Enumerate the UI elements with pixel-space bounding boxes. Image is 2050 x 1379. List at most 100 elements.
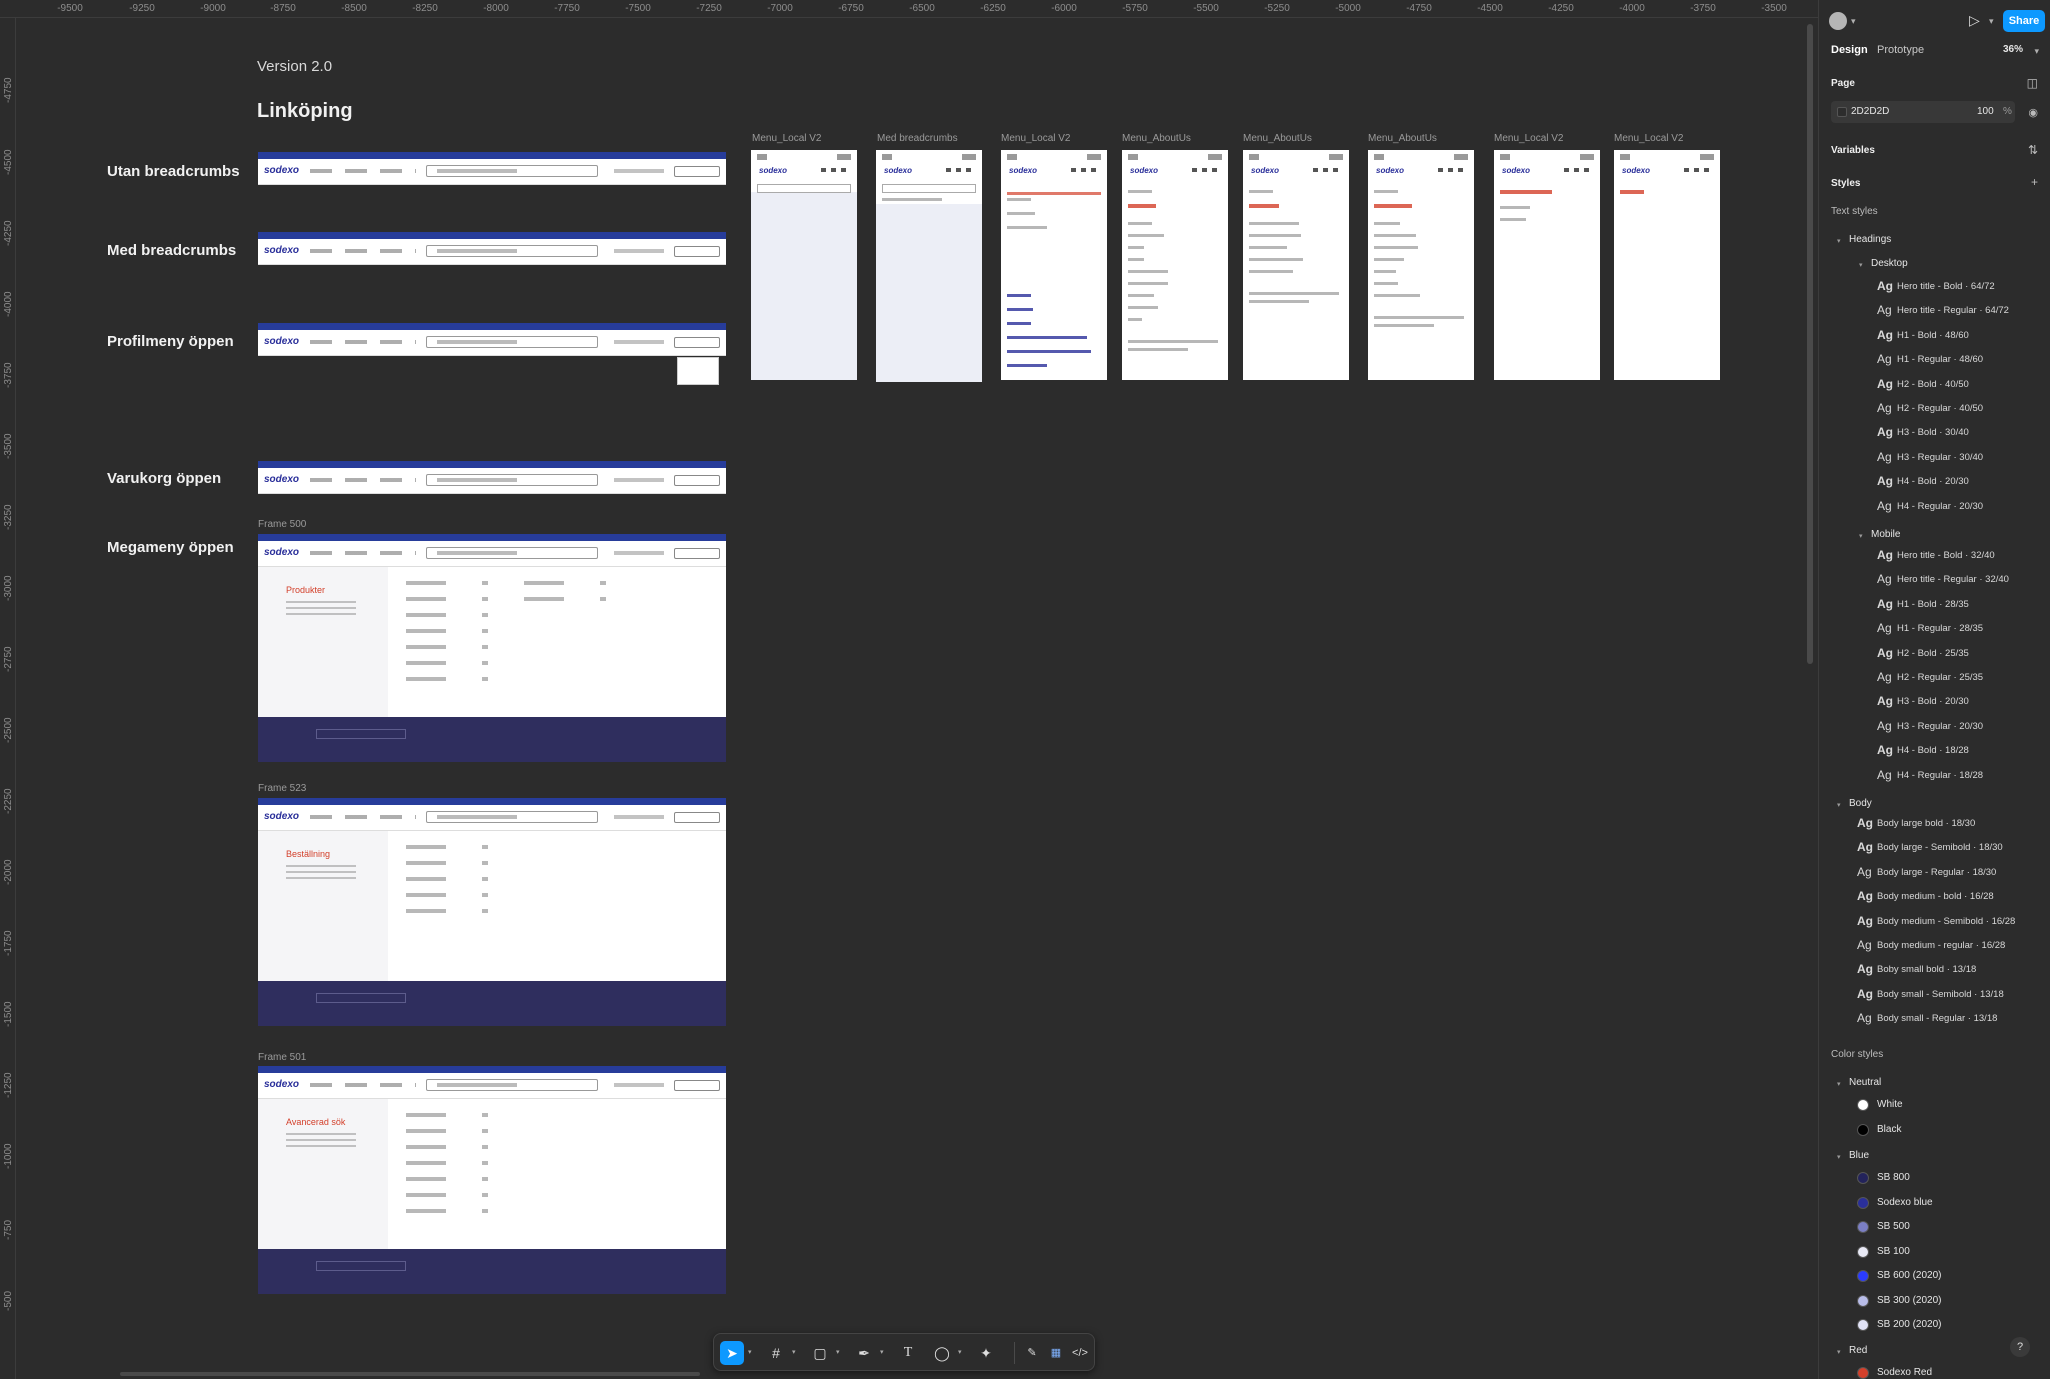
color-style-item[interactable]: Sodexo Red <box>1819 1364 2050 1379</box>
mobile-frame[interactable]: sodexo <box>1494 150 1600 380</box>
group-red[interactable]: Red <box>1849 1345 1867 1356</box>
dev-mode-icon[interactable]: </> <box>1068 1341 1092 1365</box>
color-style-item[interactable]: SB 300 (2020) <box>1819 1292 2050 1310</box>
text-style-item[interactable]: Ag Body medium - bold · 16/28 <box>1819 888 2050 906</box>
page-color-field[interactable]: 2D2D2D 100 % <box>1831 101 2015 123</box>
collapse-icon[interactable]: ▾ <box>1837 801 1841 809</box>
text-style-item[interactable]: Ag Body small - Semibold · 13/18 <box>1819 986 2050 1004</box>
text-style-item[interactable]: Ag H4 - Bold · 20/30 <box>1819 473 2050 491</box>
vertical-scrollbar[interactable] <box>1807 24 1813 664</box>
chevron-down-icon[interactable]: ▾ <box>748 1348 752 1356</box>
avatar[interactable] <box>1829 12 1847 30</box>
mobile-frame[interactable]: sodexo <box>876 150 982 382</box>
text-style-item[interactable]: Ag Hero title - Bold · 64/72 <box>1819 278 2050 296</box>
collapse-icon[interactable]: ▾ <box>1837 1348 1841 1356</box>
pen-tool-icon[interactable]: ✒ <box>852 1341 876 1365</box>
collapse-icon[interactable]: ▾ <box>1859 532 1863 540</box>
text-style-item[interactable]: Ag Boby small bold · 13/18 <box>1819 961 2050 979</box>
mobile-frame[interactable]: sodexo <box>1614 150 1720 380</box>
chevron-down-icon[interactable]: ▾ <box>880 1348 884 1356</box>
frame-tool-icon[interactable]: # <box>764 1341 788 1365</box>
text-style-item[interactable]: Ag Body medium - regular · 16/28 <box>1819 937 2050 955</box>
text-style-item[interactable]: Ag H4 - Regular · 18/28 <box>1819 767 2050 785</box>
color-swatch[interactable] <box>1837 107 1847 117</box>
mobile-frame[interactable]: sodexo <box>751 150 857 380</box>
text-style-item[interactable]: Ag H3 - Bold · 30/40 <box>1819 424 2050 442</box>
text-style-item[interactable]: Ag H4 - Regular · 20/30 <box>1819 498 2050 516</box>
color-style-item[interactable]: White <box>1819 1096 2050 1114</box>
text-style-item[interactable]: Ag Body large - Semibold · 18/30 <box>1819 839 2050 857</box>
group-neutral[interactable]: Neutral <box>1849 1077 1881 1088</box>
text-style-item[interactable]: Ag H4 - Bold · 18/28 <box>1819 742 2050 760</box>
mobile-frame[interactable]: sodexo <box>1243 150 1349 380</box>
text-style-item[interactable]: Ag Hero title - Regular · 64/72 <box>1819 302 2050 320</box>
text-style-item[interactable]: Ag H2 - Bold · 40/50 <box>1819 376 2050 394</box>
collapse-icon[interactable]: ▾ <box>1837 1153 1841 1161</box>
text-style-item[interactable]: Ag Hero title - Regular · 32/40 <box>1819 571 2050 589</box>
text-style-item[interactable]: Ag H1 - Bold · 28/35 <box>1819 596 2050 614</box>
text-style-item[interactable]: Ag H1 - Regular · 28/35 <box>1819 620 2050 638</box>
share-button[interactable]: Share <box>2003 10 2045 32</box>
page-opacity[interactable]: 100 <box>1977 106 1994 117</box>
text-style-item[interactable]: Ag Body small - Regular · 13/18 <box>1819 1010 2050 1028</box>
add-icon[interactable]: + <box>2031 175 2038 189</box>
tab-design[interactable]: Design <box>1831 44 1868 56</box>
section-variables[interactable]: Variables <box>1831 145 1875 156</box>
chevron-down-icon[interactable]: ▾ <box>958 1348 962 1356</box>
frame-med-breadcrumbs[interactable]: sodexo <box>258 232 726 265</box>
chevron-down-icon[interactable]: ▾ <box>1989 16 1994 27</box>
tab-prototype[interactable]: Prototype <box>1877 44 1924 56</box>
mobile-frame[interactable]: sodexo <box>1368 150 1474 380</box>
mobile-frame[interactable]: sodexo <box>1001 150 1107 380</box>
group-mobile[interactable]: Mobile <box>1871 529 1900 540</box>
text-style-item[interactable]: Ag H3 - Regular · 20/30 <box>1819 718 2050 736</box>
help-button[interactable]: ? <box>2010 1337 2030 1357</box>
frame-500[interactable]: sodexo Produkter <box>258 534 726 762</box>
rectangle-tool-icon[interactable]: ▢ <box>808 1341 832 1365</box>
actions-tool-icon[interactable]: ✦ <box>974 1341 998 1365</box>
frame-501[interactable]: sodexo Avancerad sök <box>258 1066 726 1294</box>
page-export-icon[interactable]: ◫ <box>2027 76 2038 90</box>
text-style-item[interactable]: Ag H3 - Bold · 20/30 <box>1819 693 2050 711</box>
group-headings[interactable]: Headings <box>1849 234 1891 245</box>
text-style-item[interactable]: Ag H3 - Regular · 30/40 <box>1819 449 2050 467</box>
text-style-item[interactable]: Ag Body large bold · 18/30 <box>1819 815 2050 833</box>
eye-icon[interactable]: ◉ <box>2028 106 2038 119</box>
design-mode-icon[interactable]: ▦ <box>1044 1341 1068 1365</box>
frame-profilmeny[interactable]: sodexo <box>258 323 726 356</box>
text-style-item[interactable]: Ag H2 - Regular · 25/35 <box>1819 669 2050 687</box>
text-style-item[interactable]: Ag Body large - Regular · 18/30 <box>1819 864 2050 882</box>
move-tool-icon[interactable]: ➤ <box>720 1341 744 1365</box>
text-style-item[interactable]: Ag Body medium - Semibold · 16/28 <box>1819 913 2050 931</box>
group-desktop[interactable]: Desktop <box>1871 258 1908 269</box>
variables-icon[interactable]: ⇅ <box>2028 143 2038 157</box>
group-blue[interactable]: Blue <box>1849 1150 1869 1161</box>
color-style-item[interactable]: SB 800 <box>1819 1169 2050 1187</box>
color-style-item[interactable]: Sodexo blue <box>1819 1194 2050 1212</box>
mobile-frame[interactable]: sodexo <box>1122 150 1228 380</box>
collapse-icon[interactable]: ▾ <box>1837 237 1841 245</box>
text-tool-icon[interactable]: T <box>896 1341 920 1365</box>
frame-utan-breadcrumbs[interactable]: sodexo <box>258 152 726 185</box>
collapse-icon[interactable]: ▾ <box>1859 261 1863 269</box>
chevron-down-icon[interactable]: ▾ <box>2034 46 2039 57</box>
color-style-item[interactable]: SB 100 <box>1819 1243 2050 1261</box>
color-style-item[interactable]: SB 600 (2020) <box>1819 1267 2050 1285</box>
chevron-down-icon[interactable]: ▾ <box>1851 16 1856 27</box>
color-style-item[interactable]: SB 500 <box>1819 1218 2050 1236</box>
text-style-item[interactable]: Ag Hero title - Bold · 32/40 <box>1819 547 2050 565</box>
color-style-item[interactable]: SB 200 (2020) <box>1819 1316 2050 1334</box>
group-body[interactable]: Body <box>1849 798 1872 809</box>
frame-varukorg[interactable]: sodexo <box>258 461 726 494</box>
color-style-item[interactable]: Black <box>1819 1121 2050 1139</box>
zoom-level[interactable]: 36% <box>2003 44 2023 55</box>
chevron-down-icon[interactable]: ▾ <box>792 1348 796 1356</box>
horizontal-scrollbar[interactable] <box>120 1372 700 1376</box>
frame-523[interactable]: sodexo Beställning <box>258 798 726 1026</box>
page-color-hex[interactable]: 2D2D2D <box>1851 106 1889 117</box>
text-style-item[interactable]: Ag H1 - Regular · 48/60 <box>1819 351 2050 369</box>
comment-tool-icon[interactable]: ◯ <box>930 1341 954 1365</box>
collapse-icon[interactable]: ▾ <box>1837 1080 1841 1088</box>
text-style-item[interactable]: Ag H1 - Bold · 48/60 <box>1819 327 2050 345</box>
draw-mode-icon[interactable]: ✎ <box>1020 1341 1044 1365</box>
